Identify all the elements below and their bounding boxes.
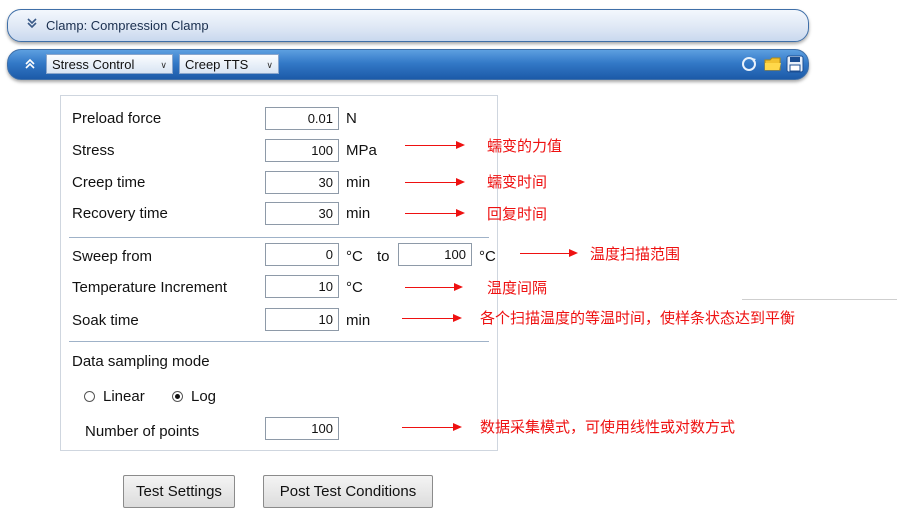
section-divider: [69, 341, 489, 342]
arrow-head-icon: [453, 314, 462, 322]
recovery-time-label: Recovery time: [72, 205, 168, 222]
log-radio[interactable]: [172, 391, 183, 402]
annotation-arrow: [405, 182, 457, 183]
temp-increment-unit: °C: [346, 279, 363, 296]
number-of-points-input[interactable]: 100: [265, 417, 339, 440]
expand-chevron-icon[interactable]: [26, 17, 38, 29]
sweep-to-unit: °C: [479, 248, 496, 265]
log-radio-label: Log: [191, 388, 217, 405]
control-mode-value: Stress Control: [52, 57, 135, 72]
arrow-head-icon: [456, 209, 465, 217]
soak-time-label: Soak time: [72, 312, 139, 329]
number-of-points-label: Number of points: [85, 423, 200, 440]
arrow-head-icon: [454, 283, 463, 291]
test-type-value: Creep TTS: [185, 57, 249, 72]
clamp-bar[interactable]: Clamp: Compression Clamp: [7, 9, 809, 42]
annotation-temp-increment: 温度间隔: [487, 279, 548, 297]
creep-time-unit: min: [346, 174, 371, 191]
control-mode-dropdown[interactable]: Stress Control ∨: [46, 54, 173, 74]
linear-radio[interactable]: [84, 391, 95, 402]
annotation-recovery-time: 回复时间: [487, 205, 548, 223]
stress-unit: MPa: [346, 142, 377, 159]
test-type-dropdown[interactable]: Creep TTS ∨: [179, 54, 279, 74]
annotation-arrow: [520, 253, 570, 254]
chevron-down-icon: ∨: [160, 60, 167, 70]
preload-force-label: Preload force: [72, 110, 162, 127]
arrow-head-icon: [456, 178, 465, 186]
sweep-to-input[interactable]: 100: [398, 243, 472, 266]
method-bar: Stress Control ∨ Creep TTS ∨: [7, 49, 809, 80]
test-settings-button[interactable]: Test Settings: [123, 475, 235, 508]
clamp-title: Clamp: Compression Clamp: [46, 18, 209, 33]
creep-time-label: Creep time: [72, 174, 146, 191]
annotation-soak-time: 各个扫描温度的等温时间，使样条状态达到平衡: [480, 309, 796, 327]
post-test-conditions-button[interactable]: Post Test Conditions: [263, 475, 433, 508]
sampling-mode-label: Data sampling mode: [72, 353, 210, 370]
stress-label: Stress: [72, 142, 115, 159]
temp-increment-label: Temperature Increment: [72, 279, 228, 296]
annotation-sweep: 温度扫描范围: [590, 245, 681, 263]
divider-line: [742, 299, 897, 300]
arrow-head-icon: [456, 141, 465, 149]
recovery-time-unit: min: [346, 205, 371, 222]
refresh-icon[interactable]: [740, 55, 758, 73]
preload-force-input[interactable]: 0.01: [265, 107, 339, 130]
recovery-time-input[interactable]: 30: [265, 202, 339, 225]
soak-time-input[interactable]: 10: [265, 308, 339, 331]
save-icon[interactable]: [786, 55, 804, 73]
test-parameters-panel: Preload force 0.01 N Stress 100 MPa Cree…: [60, 95, 498, 451]
sweep-to-label: to: [377, 248, 390, 265]
sweep-from-label: Sweep from: [72, 248, 153, 265]
annotation-arrow: [402, 427, 454, 428]
annotation-arrow: [405, 213, 457, 214]
section-divider: [69, 237, 489, 238]
folder-icon[interactable]: [764, 55, 782, 73]
arrow-head-icon: [453, 423, 462, 431]
annotation-stress: 蠕变的力值: [487, 137, 563, 155]
chevron-down-icon: ∨: [266, 60, 273, 70]
annotation-creep-time: 蠕变时间: [487, 173, 548, 191]
preload-force-unit: N: [346, 110, 357, 127]
sweep-from-input[interactable]: 0: [265, 243, 339, 266]
annotation-arrow: [405, 145, 457, 146]
stress-input[interactable]: 100: [265, 139, 339, 162]
creep-time-input[interactable]: 30: [265, 171, 339, 194]
annotation-arrow: [405, 287, 455, 288]
soak-time-unit: min: [346, 312, 371, 329]
sweep-from-unit: °C: [346, 248, 363, 265]
temp-increment-input[interactable]: 10: [265, 275, 339, 298]
collapse-chevron-icon[interactable]: [24, 58, 36, 70]
annotation-sampling: 数据采集模式，可使用线性或对数方式: [480, 418, 736, 436]
linear-radio-label: Linear: [103, 388, 145, 405]
arrow-head-icon: [569, 249, 578, 257]
annotation-arrow: [402, 318, 454, 319]
